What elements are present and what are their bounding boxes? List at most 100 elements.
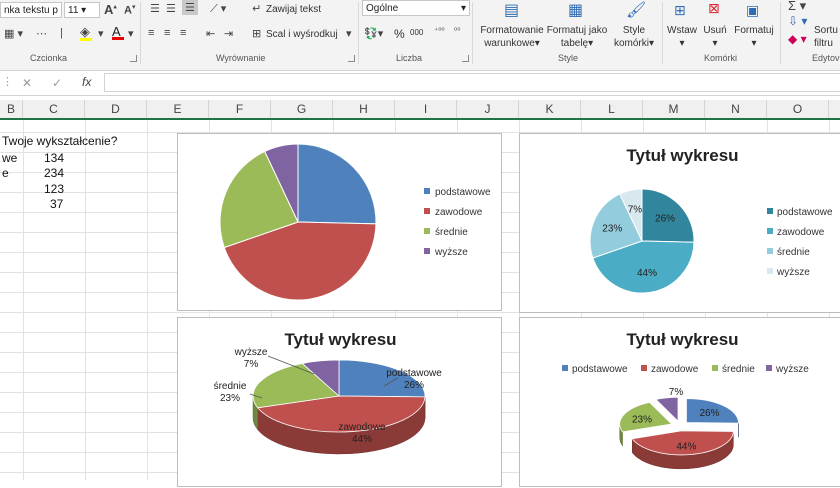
column-header-h[interactable]: H <box>333 100 395 118</box>
cell-value-row2[interactable]: 234 <box>44 166 64 180</box>
formula-input[interactable] <box>104 73 840 92</box>
legend-swatch-wyzsze <box>766 365 772 371</box>
column-header-l[interactable]: L <box>581 100 643 118</box>
chart3-svg: podstawowe 26% zawodowe 44% średnie 23% … <box>178 318 503 488</box>
insert-label: Wstaw <box>666 24 698 37</box>
group-separator <box>780 2 781 64</box>
align-middle-icon[interactable]: ☰ <box>166 2 176 15</box>
number-format-value: Ogólne <box>366 3 398 14</box>
legend-label-podstawowe: podstawowe <box>777 207 833 218</box>
font-name-value: nka tekstu p <box>4 5 58 16</box>
fill-icon[interactable]: ⇩ ▾ <box>788 14 807 28</box>
sort-filter-line1: Sortu <box>814 24 838 37</box>
merge-dropdown-icon[interactable]: ▾ <box>346 27 352 40</box>
format-as-table-button[interactable]: Formatuj jako tabelę▾ <box>546 24 608 50</box>
fill-color-icon[interactable]: ◈ <box>80 24 92 41</box>
cell-question[interactable]: Twoje wykształcenie? <box>2 134 117 148</box>
data-label-cat-zawodowe: zawodowe <box>338 422 386 433</box>
fill-color-dropdown-icon[interactable]: ▾ <box>98 27 104 40</box>
group-font-label: Czcionka <box>30 53 67 63</box>
cell-styles-icon: 🖌 <box>626 0 646 20</box>
align-left-icon[interactable]: ≡ <box>148 27 154 39</box>
increase-indent-icon[interactable]: ⇥ <box>224 27 233 40</box>
column-header-d[interactable]: D <box>85 100 147 118</box>
font-name-box[interactable]: nka tekstu p ▾ <box>0 2 62 18</box>
clear-icon[interactable]: ◆ ▾ <box>788 32 807 46</box>
font-color-icon[interactable]: A <box>112 24 124 40</box>
percent-style-button[interactable]: % <box>394 27 405 41</box>
cell-label-row2[interactable]: e <box>2 166 9 180</box>
column-header-g[interactable]: G <box>271 100 333 118</box>
insert-button[interactable]: Wstaw▾ <box>666 24 698 50</box>
autosum-icon[interactable]: Σ ▾ <box>788 0 806 14</box>
number-format-box[interactable]: Ogólne▾ <box>362 0 470 16</box>
chart-pie-3d[interactable]: Tytuł wykresu podstawowe 26% zawodowe 44… <box>177 317 502 487</box>
column-header-o[interactable]: O <box>767 100 829 118</box>
grid-icon[interactable]: ⋯ <box>36 27 47 40</box>
align-bottom-icon[interactable]: ☰ <box>182 0 198 15</box>
legend-label-srednie: średnie <box>777 247 810 258</box>
cell-value-row4[interactable]: 37 <box>50 197 63 211</box>
column-header-e[interactable]: E <box>147 100 209 118</box>
data-label-podstawowe: 26% <box>699 408 719 419</box>
font-group-launcher-icon[interactable] <box>130 55 137 62</box>
font-grow-icon[interactable]: A▴ <box>104 2 117 17</box>
data-label-pct-podstawowe: 26% <box>404 380 424 391</box>
format-label: Formatuj <box>732 24 776 37</box>
name-box-dropdown-icon[interactable]: ⋮ <box>2 75 13 88</box>
wrap-text-icon[interactable]: ↵ <box>252 2 261 15</box>
pie-slice-podstawowe[interactable] <box>298 144 376 224</box>
chart-pie-3d-exploded[interactable]: Tytuł wykresu podstawowe zawodowe średni… <box>519 317 840 487</box>
decrease-decimal-icon[interactable]: ⁰⁰ <box>454 26 460 35</box>
merge-center-icon[interactable]: ⊞ <box>252 27 261 40</box>
border-icon[interactable]: ▦ ▾ <box>4 27 23 40</box>
format-as-table-icon: ▦ <box>568 0 583 20</box>
accounting-format-icon[interactable]: 💱▾ <box>364 27 383 40</box>
data-label-cat-srednie: średnie <box>214 381 247 392</box>
conditional-formatting-button[interactable]: Formatowanie warunkowe▾ <box>480 24 544 50</box>
column-header-m[interactable]: M <box>643 100 705 118</box>
orientation-icon[interactable]: ⟋ ▾ <box>210 2 226 16</box>
decrease-indent-icon[interactable]: ⇤ <box>206 27 215 40</box>
column-header-c[interactable]: C <box>23 100 85 118</box>
align-center-icon[interactable]: ≡ <box>164 27 170 39</box>
merge-center-button[interactable]: Scal i wyśrodkuj <box>266 29 338 40</box>
legend-label-podstawowe: podstawowe <box>572 364 628 375</box>
chart-pie-teal[interactable]: Tytuł wykresu 26%44%23%7% podstawowe zaw… <box>519 133 840 313</box>
font-size-box[interactable]: 11 ▾ <box>64 2 100 18</box>
data-label-zawodowe: 44% <box>676 442 696 453</box>
column-headers: B C D E F G H I J K L M N O <box>0 100 840 120</box>
align-right-icon[interactable]: ≡ <box>180 27 186 39</box>
font-color-dropdown-icon[interactable]: ▾ <box>128 27 134 40</box>
group-cells-label: Komórki <box>704 53 737 63</box>
chart-pie-basic[interactable]: podstawowe zawodowe średnie wyższe <box>177 133 502 311</box>
data-label-srednie: 23% <box>602 223 622 234</box>
column-header-b[interactable]: B <box>0 100 23 118</box>
cell-styles-button[interactable]: Style komórki▾ <box>610 24 658 50</box>
column-header-n[interactable]: N <box>705 100 767 118</box>
cell-value-row1[interactable]: 134 <box>44 151 64 165</box>
column-header-f[interactable]: F <box>209 100 271 118</box>
comma-style-button[interactable]: 000 <box>410 28 423 37</box>
column-header-j[interactable]: J <box>457 100 519 118</box>
format-button[interactable]: Formatuj▾ <box>732 24 776 50</box>
increase-decimal-icon[interactable]: ⁺⁰⁰ <box>434 26 445 35</box>
enter-icon[interactable]: ✓ <box>52 76 62 90</box>
number-group-launcher-icon[interactable] <box>462 55 469 62</box>
cell-value-row3[interactable]: 123 <box>44 182 64 196</box>
function-icon[interactable]: fx <box>82 75 91 89</box>
cancel-icon[interactable]: ✕ <box>22 76 32 90</box>
group-separator <box>662 2 663 64</box>
chart1-legend: podstawowe zawodowe średnie wyższe <box>424 187 491 258</box>
align-top-icon[interactable]: ☰ <box>150 2 160 15</box>
sort-filter-button[interactable]: Sortu filtru <box>814 24 838 50</box>
delete-button[interactable]: Usuń▾ <box>700 24 730 50</box>
alignment-group-launcher-icon[interactable] <box>348 55 355 62</box>
font-shrink-icon[interactable]: A▾ <box>124 3 135 17</box>
group-number-label: Liczba <box>396 53 422 63</box>
data-label-pct-zawodowe: 44% <box>352 434 372 445</box>
wrap-text-button[interactable]: Zawijaj tekst <box>266 4 321 15</box>
column-header-k[interactable]: K <box>519 100 581 118</box>
column-header-i[interactable]: I <box>395 100 457 118</box>
cell-label-row1[interactable]: we <box>2 151 17 165</box>
